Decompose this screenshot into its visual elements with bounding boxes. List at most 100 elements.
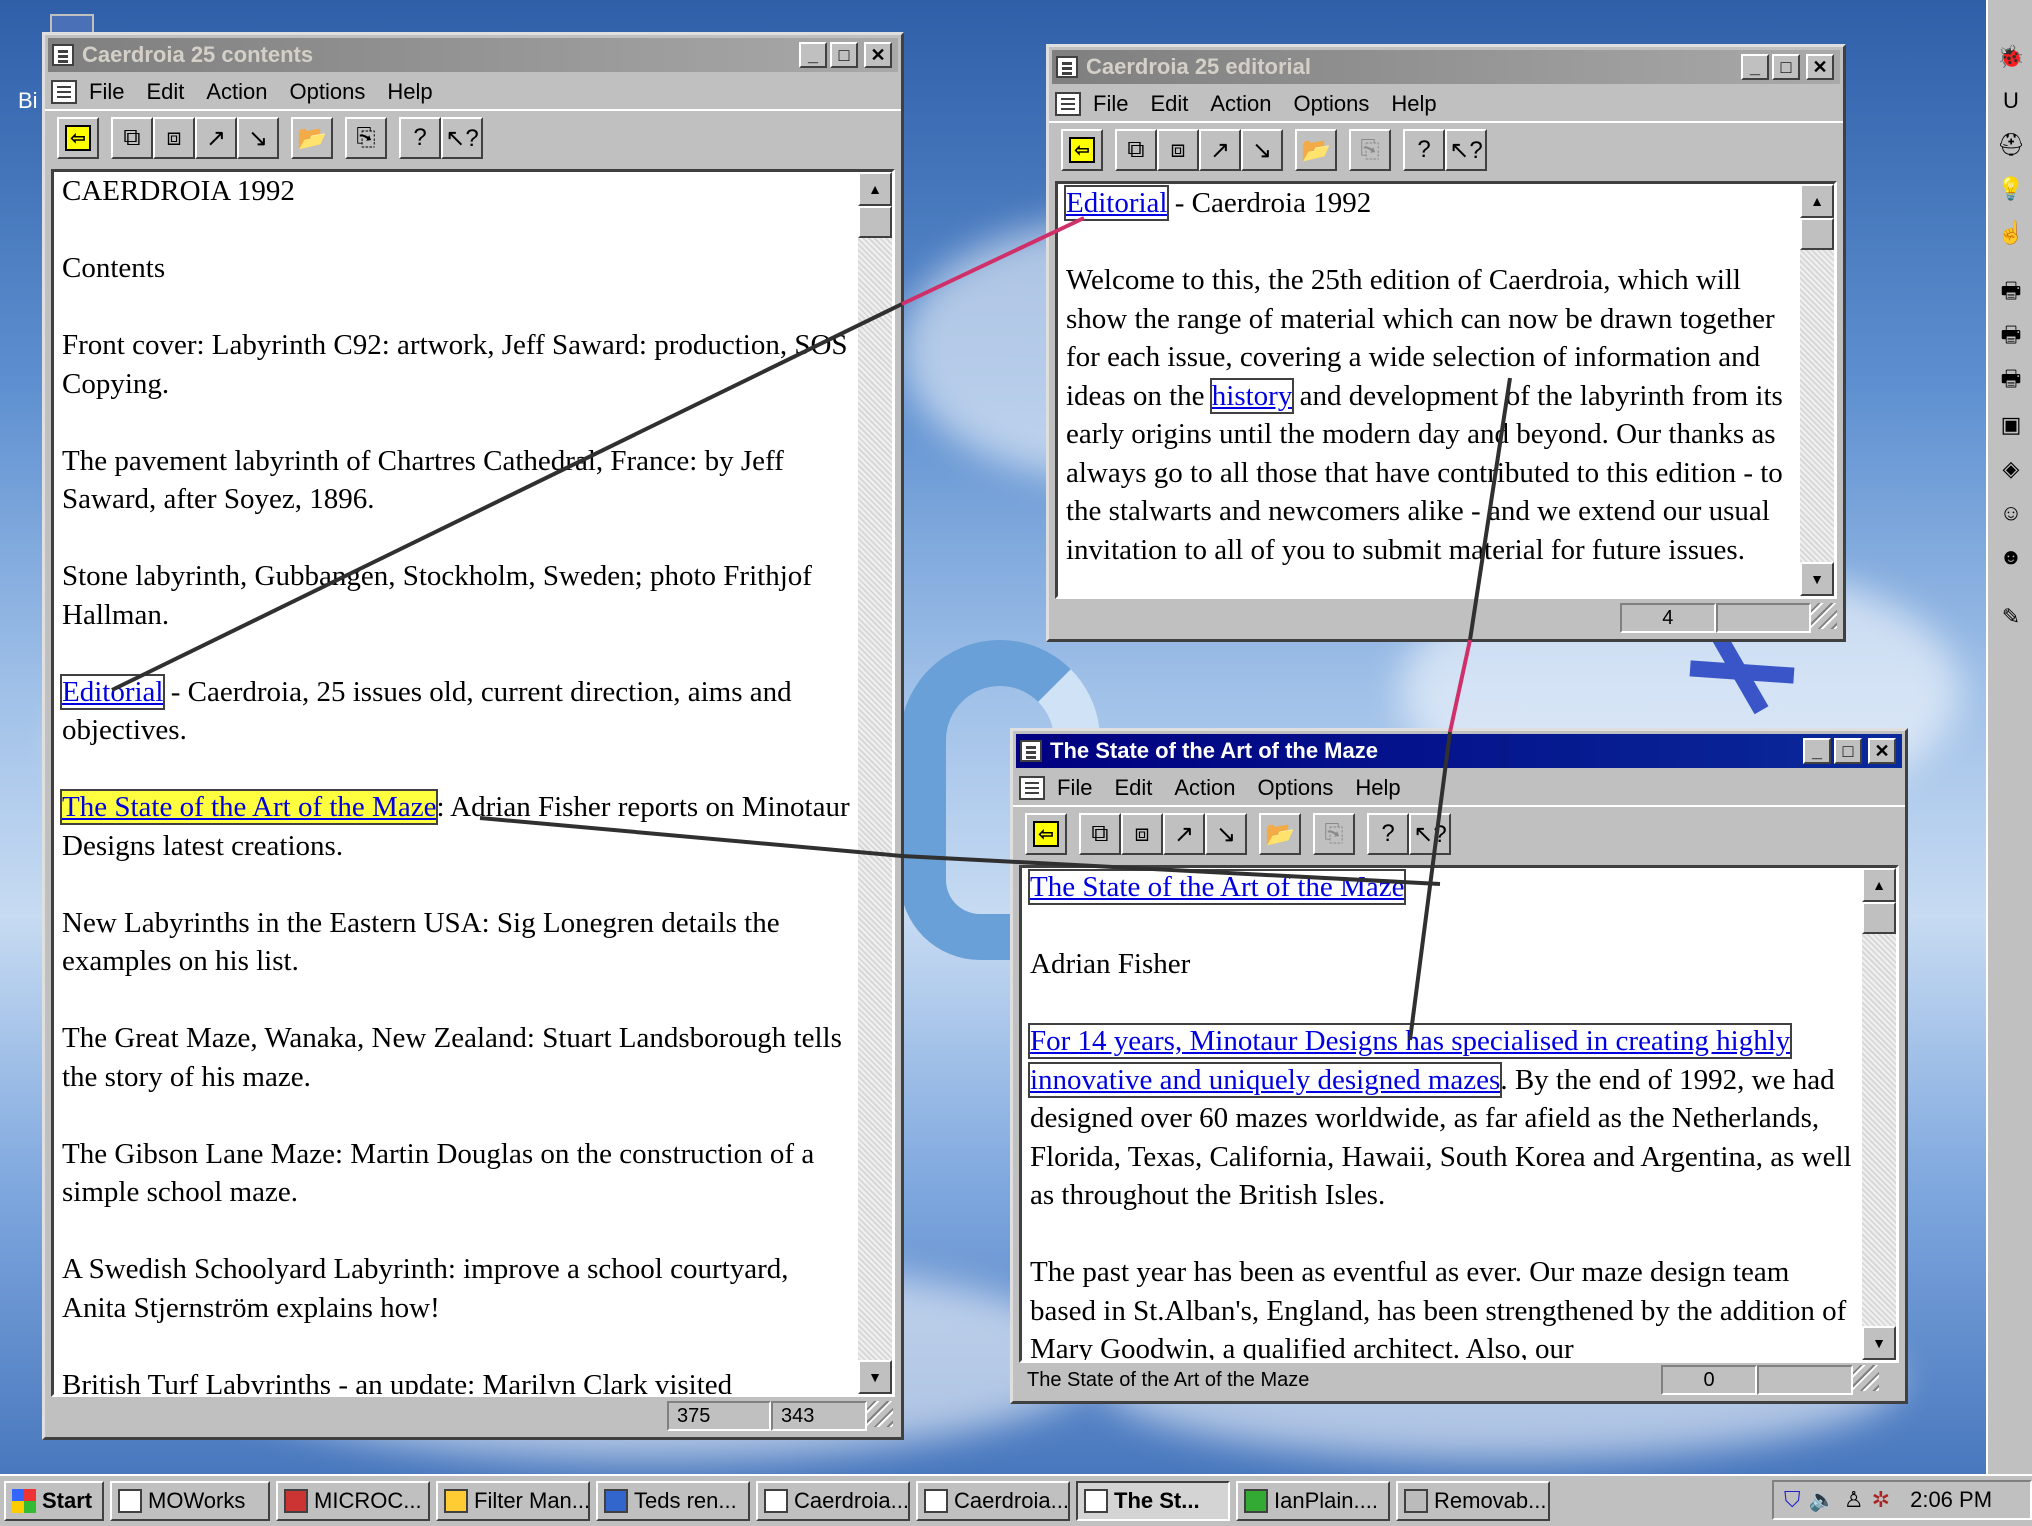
editorial-heading-link[interactable]: Editorial (1063, 185, 1170, 221)
editorial-text-area[interactable]: Editorial - Caerdroia 1992 Welcome to th… (1055, 181, 1837, 599)
maximize-button[interactable]: □ (1834, 738, 1862, 764)
open-folder-button[interactable]: 📂 (1295, 129, 1337, 171)
task-caerdroia-1[interactable]: Caerdroia... (756, 1481, 910, 1521)
close-button[interactable]: ✕ (1868, 738, 1896, 764)
pencil-icon[interactable]: ✎ (1994, 600, 2028, 634)
editorial-link[interactable]: Editorial (59, 673, 166, 710)
go-back-button[interactable]: ⇦ (57, 117, 99, 159)
hand-icon[interactable]: ☝ (1994, 216, 2028, 250)
task-ianplain[interactable]: IanPlain.... (1236, 1481, 1390, 1521)
link-out-button[interactable]: ↗ (1163, 813, 1205, 855)
menu-file[interactable]: File (1093, 91, 1128, 117)
scroll-up-button[interactable]: ▲ (1800, 184, 1834, 218)
window-state-of-art[interactable]: The State of the Art of the Maze _ □ ✕ F… (1010, 728, 1908, 1404)
menu-edit[interactable]: Edit (146, 79, 184, 105)
scroll-thumb[interactable] (1800, 218, 1834, 250)
help-button[interactable]: ? (1403, 129, 1445, 171)
scroll-thumb[interactable] (1862, 902, 1896, 934)
paste-button[interactable]: ⧈ (153, 117, 195, 159)
bug-icon[interactable]: 🐞 (1994, 40, 2028, 74)
vertical-scrollbar[interactable]: ▲ ▼ (1800, 184, 1834, 596)
menu-options[interactable]: Options (1258, 775, 1334, 801)
history-link[interactable]: history (1209, 377, 1295, 414)
state-text-area[interactable]: The State of the Art of the Maze Adrian … (1019, 865, 1899, 1363)
help-button[interactable]: ? (399, 117, 441, 159)
menu-help[interactable]: Help (1355, 775, 1400, 801)
scroll-down-button[interactable]: ▼ (1862, 1326, 1896, 1360)
link-in-button[interactable]: ↘ (237, 117, 279, 159)
title-bar[interactable]: Caerdroia 25 contents _ □ ✕ (48, 38, 898, 72)
clock[interactable]: 2:06 PM (1910, 1487, 1992, 1513)
scroll-down-button[interactable]: ▼ (858, 1360, 892, 1394)
frame-icon[interactable]: ▣ (1994, 408, 2028, 442)
document-icon[interactable] (1055, 92, 1081, 116)
printer-icon[interactable]: 🖶 (1994, 364, 2028, 398)
menu-action[interactable]: Action (1210, 91, 1271, 117)
copy-button[interactable]: ⧉ (1115, 129, 1157, 171)
hat-icon[interactable]: ⛑ (1994, 128, 2028, 162)
paste-button[interactable]: ⧈ (1121, 813, 1163, 855)
context-help-button[interactable]: ↖? (441, 117, 483, 159)
link-out-button[interactable]: ↗ (1199, 129, 1241, 171)
system-menu-icon[interactable] (52, 44, 74, 66)
copy-button[interactable]: ⧉ (1079, 813, 1121, 855)
system-menu-icon[interactable] (1056, 56, 1078, 78)
network-icon[interactable]: ✲ (1872, 1487, 1890, 1513)
window-contents[interactable]: Caerdroia 25 contents _ □ ✕ File Edit Ac… (42, 32, 904, 1440)
maximize-button[interactable]: □ (1772, 54, 1800, 80)
system-menu-icon[interactable] (1020, 740, 1042, 762)
magnet-icon[interactable]: U (1994, 84, 2028, 118)
maximize-button[interactable]: □ (830, 42, 858, 68)
title-bar[interactable]: The State of the Art of the Maze _ □ ✕ (1016, 734, 1902, 768)
context-help-button[interactable]: ↖? (1445, 129, 1487, 171)
copy-button[interactable]: ⧉ (111, 117, 153, 159)
menu-options[interactable]: Options (1294, 91, 1370, 117)
desktop-icon-label[interactable]: Bi (18, 88, 38, 114)
vertical-scrollbar[interactable]: ▲ ▼ (858, 172, 892, 1394)
task-teds[interactable]: Teds ren... (596, 1481, 750, 1521)
contents-text-area[interactable]: CAERDROIA 1992 Contents Front cover: Lab… (51, 169, 895, 1397)
link-out-button[interactable]: ↗ (195, 117, 237, 159)
document-icon[interactable] (1019, 776, 1045, 800)
close-button[interactable]: ✕ (864, 42, 892, 68)
start-button[interactable]: Start (4, 1481, 104, 1521)
help-button[interactable]: ? (1367, 813, 1409, 855)
title-bar[interactable]: Caerdroia 25 editorial _ □ ✕ (1052, 50, 1840, 84)
shield-icon[interactable]: ⛉ (1784, 1487, 1801, 1513)
scroll-thumb[interactable] (858, 206, 892, 238)
menu-file[interactable]: File (89, 79, 124, 105)
task-microc[interactable]: MICROC... (276, 1481, 430, 1521)
menu-action[interactable]: Action (206, 79, 267, 105)
task-filter-manager[interactable]: Filter Man... (436, 1481, 590, 1521)
vertical-scrollbar[interactable]: ▲ ▼ (1862, 868, 1896, 1360)
link-in-button[interactable]: ↘ (1205, 813, 1247, 855)
face-icon[interactable]: ☻ (1994, 540, 2028, 574)
minimize-button[interactable]: _ (1803, 738, 1831, 764)
printer-icon[interactable]: 🖶 (1994, 276, 2028, 310)
state-heading-link[interactable]: The State of the Art of the Maze (1027, 869, 1407, 905)
minimize-button[interactable]: _ (1741, 54, 1769, 80)
speaker-icon[interactable]: 🔈 (1809, 1487, 1836, 1513)
go-back-button[interactable]: ⇦ (1025, 813, 1067, 855)
window-editorial[interactable]: Caerdroia 25 editorial _ □ ✕ File Edit A… (1046, 44, 1846, 642)
go-back-button[interactable]: ⇦ (1061, 129, 1103, 171)
menu-action[interactable]: Action (1174, 775, 1235, 801)
menu-help[interactable]: Help (387, 79, 432, 105)
task-state-of-art[interactable]: The St... (1076, 1481, 1230, 1521)
resize-grip[interactable] (867, 1401, 893, 1427)
menu-help[interactable]: Help (1391, 91, 1436, 117)
task-moworks[interactable]: MOWorks (110, 1481, 270, 1521)
open-folder-button[interactable]: 📂 (1259, 813, 1301, 855)
resize-grip[interactable] (1853, 1365, 1879, 1391)
bulb-icon[interactable]: 💡 (1994, 172, 2028, 206)
menu-edit[interactable]: Edit (1150, 91, 1188, 117)
context-help-button[interactable]: ↖? (1409, 813, 1451, 855)
scroll-up-button[interactable]: ▲ (1862, 868, 1896, 902)
paste-button[interactable]: ⧈ (1157, 129, 1199, 171)
resize-grip[interactable] (1811, 603, 1837, 629)
open-folder-button[interactable]: 📂 (291, 117, 333, 159)
menu-file[interactable]: File (1057, 775, 1092, 801)
state-of-art-link[interactable]: The State of the Art of the Maze (59, 789, 439, 825)
link-in-button[interactable]: ↘ (1241, 129, 1283, 171)
scroll-down-button[interactable]: ▼ (1800, 562, 1834, 596)
